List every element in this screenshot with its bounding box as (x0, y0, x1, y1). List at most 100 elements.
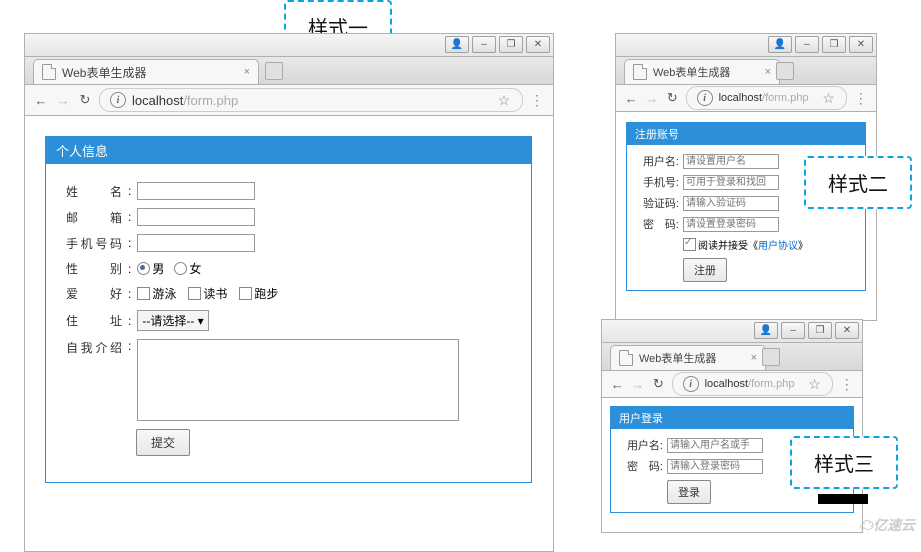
reload-button[interactable]: ↻ (651, 376, 666, 392)
info-icon[interactable]: i (683, 376, 699, 392)
login-pwd-input[interactable] (667, 459, 763, 474)
titlebar[interactable]: 👤 – ❐ ✕ (615, 33, 877, 56)
new-tab-button[interactable] (762, 348, 780, 366)
address-bar[interactable]: i localhost/form.php ☆ (672, 372, 834, 396)
tab-active[interactable]: Web表单生成器 × (624, 59, 780, 84)
maximize-button[interactable]: ❐ (822, 36, 846, 53)
register-button[interactable]: 注册 (683, 258, 727, 282)
submit-button[interactable]: 提交 (136, 429, 190, 456)
label-name: 姓 名 (66, 183, 122, 200)
panel-header: 注册账号 (627, 123, 865, 145)
tab-close-icon[interactable]: × (765, 66, 771, 78)
chk-swim[interactable] (137, 287, 150, 300)
name-input[interactable] (137, 182, 255, 200)
new-tab-button[interactable] (776, 62, 794, 80)
panel-header: 用户登录 (611, 407, 853, 429)
browser-window-1: 👤 – ❐ ✕ Web表单生成器 × ← → ↻ i localhost/for… (24, 33, 554, 552)
bookmark-icon[interactable]: ☆ (496, 92, 512, 108)
label-code: 验证码: (637, 195, 679, 211)
new-tab-button[interactable] (265, 62, 283, 80)
label-phone: 手机号码 (66, 235, 122, 252)
url-text: localhost/form.php (719, 92, 809, 104)
form-panel-1: 个人信息 姓 名: 邮 箱: 手机号码: 性 别: 男 女 爱 好: 游泳 读书… (45, 136, 532, 483)
label-addr: 住 址 (66, 312, 122, 329)
label-phone: 手机号: (637, 174, 679, 190)
redaction-bar (818, 494, 868, 504)
style-tag-3: 样式三 (790, 436, 898, 489)
radio-male[interactable] (137, 262, 150, 275)
user-icon[interactable]: 👤 (768, 36, 792, 53)
forward-button: → (631, 376, 646, 392)
minimize-button[interactable]: – (781, 322, 805, 339)
back-button[interactable]: ← (33, 92, 49, 108)
maximize-button[interactable]: ❐ (499, 36, 523, 53)
back-button[interactable]: ← (624, 90, 639, 106)
tab-active[interactable]: Web表单生成器 × (33, 59, 259, 84)
maximize-button[interactable]: ❐ (808, 322, 832, 339)
close-button[interactable]: ✕ (849, 36, 873, 53)
menu-icon[interactable]: ⋮ (839, 376, 854, 392)
address-bar[interactable]: i localhost/form.php ☆ (686, 86, 848, 110)
close-button[interactable]: ✕ (526, 36, 550, 53)
tab-close-icon[interactable]: × (244, 66, 250, 78)
minimize-button[interactable]: – (472, 36, 496, 53)
titlebar[interactable]: 👤 – ❐ ✕ (24, 33, 554, 56)
pwd-input[interactable] (683, 217, 779, 232)
menu-icon[interactable]: ⋮ (529, 92, 545, 108)
bookmark-icon[interactable]: ☆ (806, 376, 822, 392)
style-tag-2: 样式二 (804, 156, 912, 209)
user-input[interactable] (683, 154, 779, 169)
forward-button: → (55, 92, 71, 108)
menu-icon[interactable]: ⋮ (853, 90, 868, 106)
reload-button[interactable]: ↻ (77, 92, 93, 108)
minimize-button[interactable]: – (795, 36, 819, 53)
info-icon[interactable]: i (697, 90, 713, 106)
label-hobby: 爱 好 (66, 285, 122, 302)
login-button[interactable]: 登录 (667, 480, 711, 504)
tab-active[interactable]: Web表单生成器 × (610, 345, 766, 370)
tab-title: Web表单生成器 (653, 64, 730, 80)
info-icon[interactable]: i (110, 92, 126, 108)
agreement-link[interactable]: 用户协议 (758, 237, 798, 252)
code-input[interactable] (683, 196, 779, 211)
user-icon[interactable]: 👤 (754, 322, 778, 339)
label-pwd: 密 码: (621, 458, 663, 474)
file-icon (619, 350, 633, 366)
label-user: 用户名: (637, 153, 679, 169)
tab-title: Web表单生成器 (62, 64, 146, 81)
label-email: 邮 箱 (66, 209, 122, 226)
back-button[interactable]: ← (610, 376, 625, 392)
label-pwd: 密 码: (637, 216, 679, 232)
radio-female[interactable] (174, 262, 187, 275)
page-content-1: 个人信息 姓 名: 邮 箱: 手机号码: 性 别: 男 女 爱 好: 游泳 读书… (24, 116, 554, 552)
titlebar[interactable]: 👤 – ❐ ✕ (601, 319, 863, 342)
file-icon (42, 64, 56, 80)
login-user-input[interactable] (667, 438, 763, 453)
address-bar[interactable]: i localhost/form.php ☆ (99, 88, 523, 112)
tab-bar: Web表单生成器 × (24, 56, 554, 84)
address-bar-row: ← → ↻ i localhost/form.php ☆ ⋮ (601, 370, 863, 398)
label-user: 用户名: (621, 437, 663, 453)
agree-checkbox[interactable] (683, 238, 696, 251)
url-text: localhost/form.php (705, 378, 795, 390)
label-gender: 性 别 (66, 260, 122, 277)
bookmark-icon[interactable]: ☆ (820, 90, 836, 106)
tab-bar: Web表单生成器 × (601, 342, 863, 370)
email-input[interactable] (137, 208, 255, 226)
chk-run[interactable] (239, 287, 252, 300)
watermark: ☁亿速云 (859, 515, 915, 535)
file-icon (633, 64, 647, 80)
url-text: localhost/form.php (132, 93, 238, 108)
addr-select[interactable]: --请选择-- ▾ (137, 310, 208, 331)
page-content-2: 注册账号 用户名: 手机号: 验证码: 密 码: 阅读并接受《用户协议》 注册 (615, 112, 877, 321)
phone-input[interactable] (137, 234, 255, 252)
intro-textarea[interactable] (137, 339, 459, 421)
close-button[interactable]: ✕ (835, 322, 859, 339)
label-intro: 自我介绍 (66, 339, 122, 356)
user-icon[interactable]: 👤 (445, 36, 469, 53)
reload-button[interactable]: ↻ (665, 90, 680, 106)
chk-read[interactable] (188, 287, 201, 300)
tab-title: Web表单生成器 (639, 350, 716, 366)
tab-close-icon[interactable]: × (751, 352, 757, 364)
reg-phone-input[interactable] (683, 175, 779, 190)
